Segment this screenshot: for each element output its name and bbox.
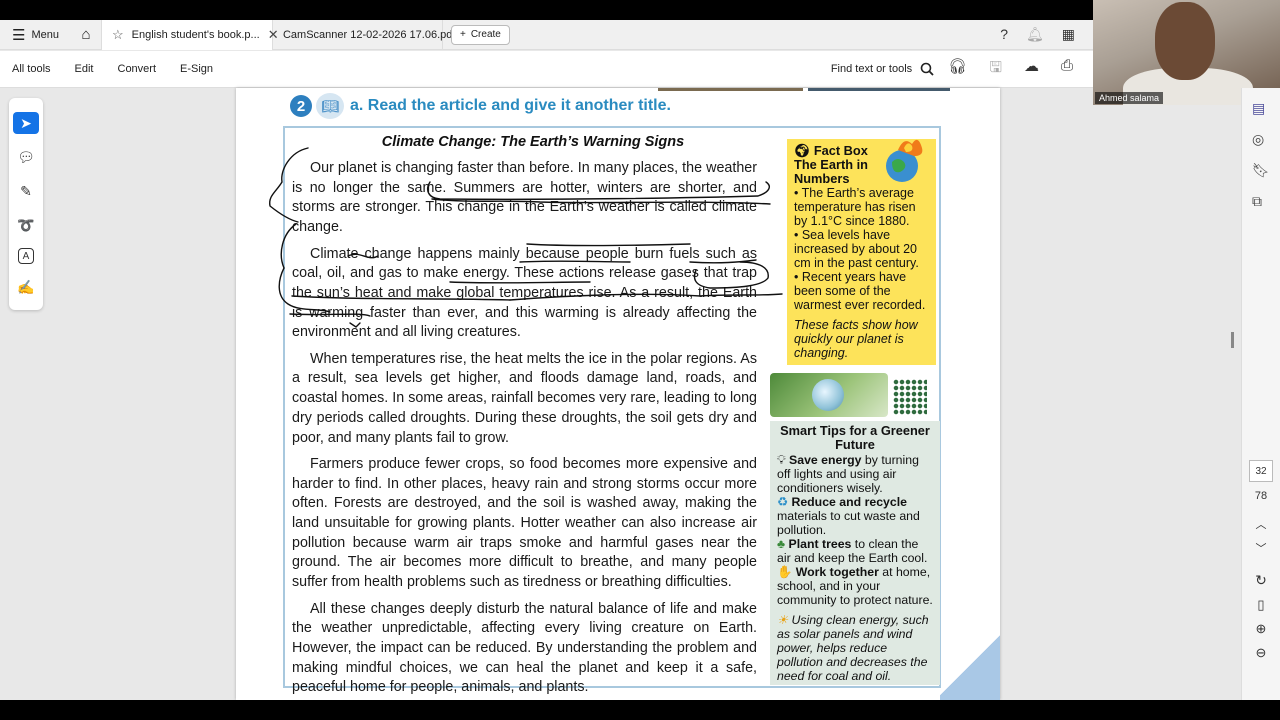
fact-bullet: • Recent years have been some of the war… bbox=[794, 270, 926, 312]
top-image-strip bbox=[658, 88, 950, 91]
article-paragraph: Our planet is changing faster than befor… bbox=[292, 160, 757, 236]
exercise-instruction: a. Read the article and give it another … bbox=[350, 97, 671, 114]
fact-box-subtitle: The Earth in Numbers bbox=[794, 157, 868, 186]
chevron-up-icon[interactable]: ︿ bbox=[1256, 516, 1267, 532]
all-tools-menu[interactable]: All tools bbox=[0, 63, 63, 75]
find-text-or-tools[interactable]: Find text or tools bbox=[831, 62, 948, 76]
help-icon[interactable]: ? bbox=[1000, 26, 1008, 43]
plus-icon: + bbox=[459, 29, 466, 40]
exercise-number: 2 bbox=[290, 95, 312, 117]
tab-bar: ☰ Menu ⌂ ☆ English student's book.p... ✕… bbox=[0, 19, 1093, 50]
tips-box: Smart Tips for a Greener Future 💡︎ Save … bbox=[770, 421, 940, 685]
convert-menu[interactable]: Convert bbox=[106, 63, 169, 75]
article-title: Climate Change: The Earth’s Warning Sign… bbox=[381, 134, 685, 150]
page-corner-decoration bbox=[940, 630, 1000, 700]
refresh-icon[interactable]: ↻ bbox=[1255, 572, 1267, 589]
comment-icon[interactable]: 💬︎ bbox=[13, 146, 39, 168]
tip-item: 💡︎ Save energy by turning off lights and… bbox=[777, 453, 919, 495]
lightbulb-icon: 💡︎ bbox=[777, 453, 786, 467]
create-label: Create bbox=[470, 29, 501, 40]
toolbar: All tools Edit Convert E-Sign Find text … bbox=[0, 51, 1093, 88]
search-icon bbox=[920, 62, 934, 76]
lasso-icon[interactable]: ➰ bbox=[13, 214, 39, 236]
article-paragraph: Farmers produce fewer crops, so food bec… bbox=[292, 455, 757, 591]
tree-icon: ♣ bbox=[777, 537, 786, 551]
pages-icon[interactable]: ⧉ bbox=[1252, 193, 1270, 210]
export-pdf-icon[interactable]: ▤ bbox=[1252, 100, 1270, 117]
fact-bullet: • The Earth’s average temperature has ri… bbox=[794, 186, 916, 228]
page-fit-icon[interactable]: ▯ bbox=[1257, 597, 1264, 613]
tip-item: ♻ Reduce and recycle materials to cut wa… bbox=[777, 495, 920, 537]
home-icon[interactable]: ⌂ bbox=[71, 26, 101, 43]
edit-menu[interactable]: Edit bbox=[63, 63, 106, 75]
article-body: Our planet is changing faster than befor… bbox=[292, 159, 757, 705]
text-box-icon[interactable]: A bbox=[18, 248, 34, 264]
sign-icon[interactable]: ✍ bbox=[13, 276, 39, 298]
current-page-input[interactable]: 32 bbox=[1249, 460, 1273, 482]
hamburger-icon: ☰ bbox=[12, 26, 26, 44]
person-face bbox=[1155, 2, 1215, 80]
zoom-out-icon[interactable]: ⊖ bbox=[1256, 645, 1267, 661]
participant-name: Ahmed salama bbox=[1095, 92, 1164, 104]
tip-item: ✋ Work together at home, school, and in … bbox=[777, 565, 933, 607]
select-arrow-icon[interactable]: ➤ bbox=[13, 112, 39, 134]
apps-icon[interactable]: ▦ bbox=[1062, 26, 1075, 43]
handshake-icon: ✋ bbox=[777, 565, 793, 579]
save-icon[interactable]: 🖫 bbox=[989, 57, 1002, 82]
exercise-heading: 2 📖︎ a. Read the article and give it ano… bbox=[290, 93, 671, 119]
tips-note: ☀ Using clean energy, such as solar pane… bbox=[777, 613, 929, 683]
acrobat-window: ☰ Menu ⌂ ☆ English student's book.p... ✕… bbox=[0, 0, 1280, 720]
left-tool-panel: ➤ 💬︎ ✎ ➰ A ✍ bbox=[9, 98, 43, 310]
sun-icon: ☀ bbox=[777, 613, 789, 627]
star-icon[interactable]: ☆ bbox=[112, 27, 124, 43]
tab-label: CamScanner 12-02-2026 17.06.pdf bbox=[282, 28, 456, 41]
recycle-icon: ♻ bbox=[777, 495, 789, 509]
upload-icon[interactable]: ☁ bbox=[1024, 57, 1039, 82]
pen-icon[interactable]: ✎ bbox=[13, 180, 39, 202]
total-pages: 78 bbox=[1254, 490, 1268, 502]
menu-label: Menu bbox=[31, 28, 59, 41]
tips-title: Smart Tips for a Greener Future bbox=[780, 423, 930, 452]
reading-icon: 📖︎ bbox=[316, 93, 344, 119]
article-paragraph: When temperatures rise, the heat melts t… bbox=[292, 350, 757, 446]
find-label: Find text or tools bbox=[830, 63, 913, 75]
fact-box-title: Fact Box bbox=[813, 143, 868, 158]
globe-leaf-image bbox=[770, 373, 888, 417]
burning-earth-icon bbox=[886, 139, 923, 182]
bottom-letterbox bbox=[0, 700, 1280, 720]
article-paragraph: Climate change happens mainly because pe… bbox=[292, 245, 757, 341]
fact-bullet: • Sea levels have increased by about 20 … bbox=[794, 228, 919, 270]
headphones-icon[interactable]: 🎧︎ bbox=[948, 57, 967, 82]
tab-camscanner[interactable]: CamScanner 12-02-2026 17.06.pdf bbox=[273, 19, 455, 50]
globe-icon: 🌍︎ bbox=[794, 143, 811, 158]
menu-button[interactable]: ☰ Menu bbox=[0, 20, 71, 50]
zoom-in-icon[interactable]: ⊕ bbox=[1256, 621, 1267, 637]
bell-icon[interactable]: 🔔︎ bbox=[1026, 26, 1044, 43]
tip-item: ♣ Plant trees to clean the air and keep … bbox=[777, 537, 928, 565]
print-icon[interactable]: ⎙ bbox=[1061, 57, 1073, 82]
scrollbar-thumb[interactable] bbox=[1231, 332, 1234, 348]
dot-pattern bbox=[893, 379, 927, 415]
esign-menu[interactable]: E-Sign bbox=[168, 63, 225, 75]
tab-english-students-book[interactable]: ☆ English student's book.p... ✕ bbox=[100, 19, 279, 50]
create-button[interactable]: + Create bbox=[450, 24, 510, 45]
article-paragraph: All these changes deeply disturb the nat… bbox=[292, 600, 757, 696]
comments-panel-icon[interactable]: ◎ bbox=[1252, 131, 1270, 148]
top-letterbox bbox=[0, 0, 1280, 20]
chevron-down-icon[interactable]: ﹀ bbox=[1256, 540, 1267, 556]
fact-note: These facts show how quickly our planet … bbox=[794, 318, 918, 360]
bookmarks-icon[interactable]: 🔖︎ bbox=[1252, 162, 1270, 179]
tab-label: English student's book.p... bbox=[131, 28, 260, 41]
